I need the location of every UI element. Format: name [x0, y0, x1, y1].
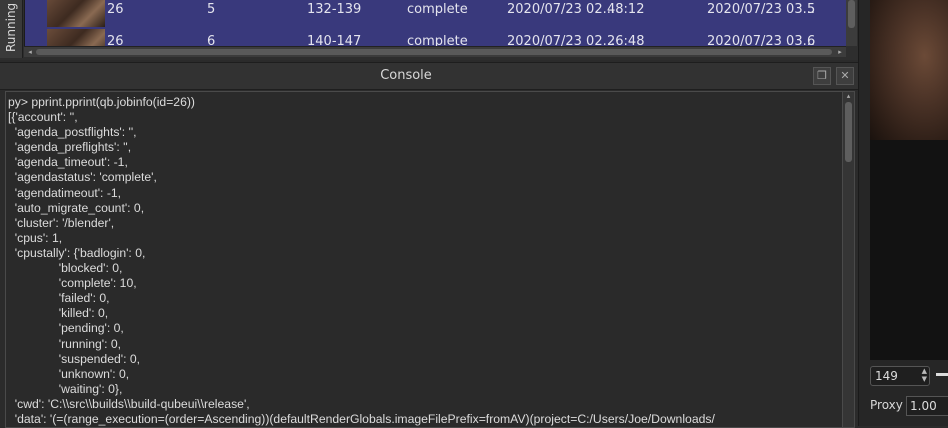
- cell-end-time: 2020/07/23 03...: [707, 34, 815, 46]
- restore-window-icon[interactable]: ❐: [813, 67, 831, 85]
- scroll-right-icon[interactable]: ▸: [836, 48, 844, 56]
- cell-instance: 5: [207, 2, 216, 17]
- cell-elapsed: 26:48: [607, 34, 645, 46]
- jobs-table-vertical-scrollbar[interactable]: [846, 0, 857, 46]
- proxy-input[interactable]: 1.00: [906, 396, 948, 416]
- scroll-up-icon[interactable]: ▴: [843, 92, 854, 100]
- cell-instance: 6: [207, 34, 216, 46]
- proxy-value: 1.00: [910, 399, 937, 413]
- console-title: Console: [380, 68, 432, 83]
- tab-running-jobs-label: Running J: [4, 0, 18, 52]
- job-thumbnail: [47, 29, 105, 46]
- cell-elapsed: 48:12: [607, 2, 645, 17]
- table-row[interactable]: 26 6 140-147 complete 2020/07/23 02... 2…: [25, 29, 847, 46]
- console-header: Console ❐ ✕: [0, 62, 858, 90]
- cell-end-time: 2020/07/23 03...: [707, 2, 815, 17]
- jobs-table-horizontal-scrollbar[interactable]: ◂ ▸: [24, 46, 846, 57]
- cell-status: complete: [407, 34, 468, 46]
- cell-start-time: 2020/07/23 02...: [507, 34, 615, 46]
- jobs-table: 26 5 132-139 complete 2020/07/23 02... 4…: [24, 0, 847, 46]
- scrollbar-thumb[interactable]: [848, 0, 855, 28]
- spin-arrows-icon[interactable]: ▲ ▼: [922, 367, 927, 383]
- console-text: py> pprint.pprint(qb.jobinfo(id=26)) [{'…: [8, 95, 715, 426]
- cell-start-time: 2020/07/23 02...: [507, 2, 615, 17]
- frame-spinbox[interactable]: 149 ▲ ▼: [870, 366, 930, 386]
- cell-frames: 132-139: [307, 2, 362, 17]
- cell-frames: 140-147: [307, 34, 362, 46]
- scrollbar-thumb[interactable]: [845, 102, 852, 162]
- job-thumbnail: [47, 0, 105, 27]
- cell-job-id: 26: [107, 34, 124, 46]
- console-vertical-scrollbar[interactable]: ▴: [842, 91, 855, 428]
- cell-last: 6: [807, 34, 816, 46]
- frame-preview-image: [870, 0, 948, 140]
- frame-slider[interactable]: [936, 373, 948, 376]
- proxy-label: Proxy: [870, 398, 903, 412]
- cell-status: complete: [407, 2, 468, 17]
- preview-canvas: [870, 140, 948, 360]
- close-icon[interactable]: ✕: [836, 67, 854, 85]
- table-row[interactable]: 26 5 132-139 complete 2020/07/23 02... 4…: [25, 0, 847, 27]
- cell-job-id: 26: [107, 2, 124, 17]
- tab-running-jobs[interactable]: Running J: [0, 0, 23, 58]
- scroll-left-icon[interactable]: ◂: [26, 48, 34, 56]
- console-output[interactable]: py> pprint.pprint(qb.jobinfo(id=26)) [{'…: [5, 91, 844, 428]
- cell-last: 5: [807, 2, 816, 17]
- frame-value: 149: [875, 369, 898, 383]
- scrollbar-thumb[interactable]: [36, 49, 832, 55]
